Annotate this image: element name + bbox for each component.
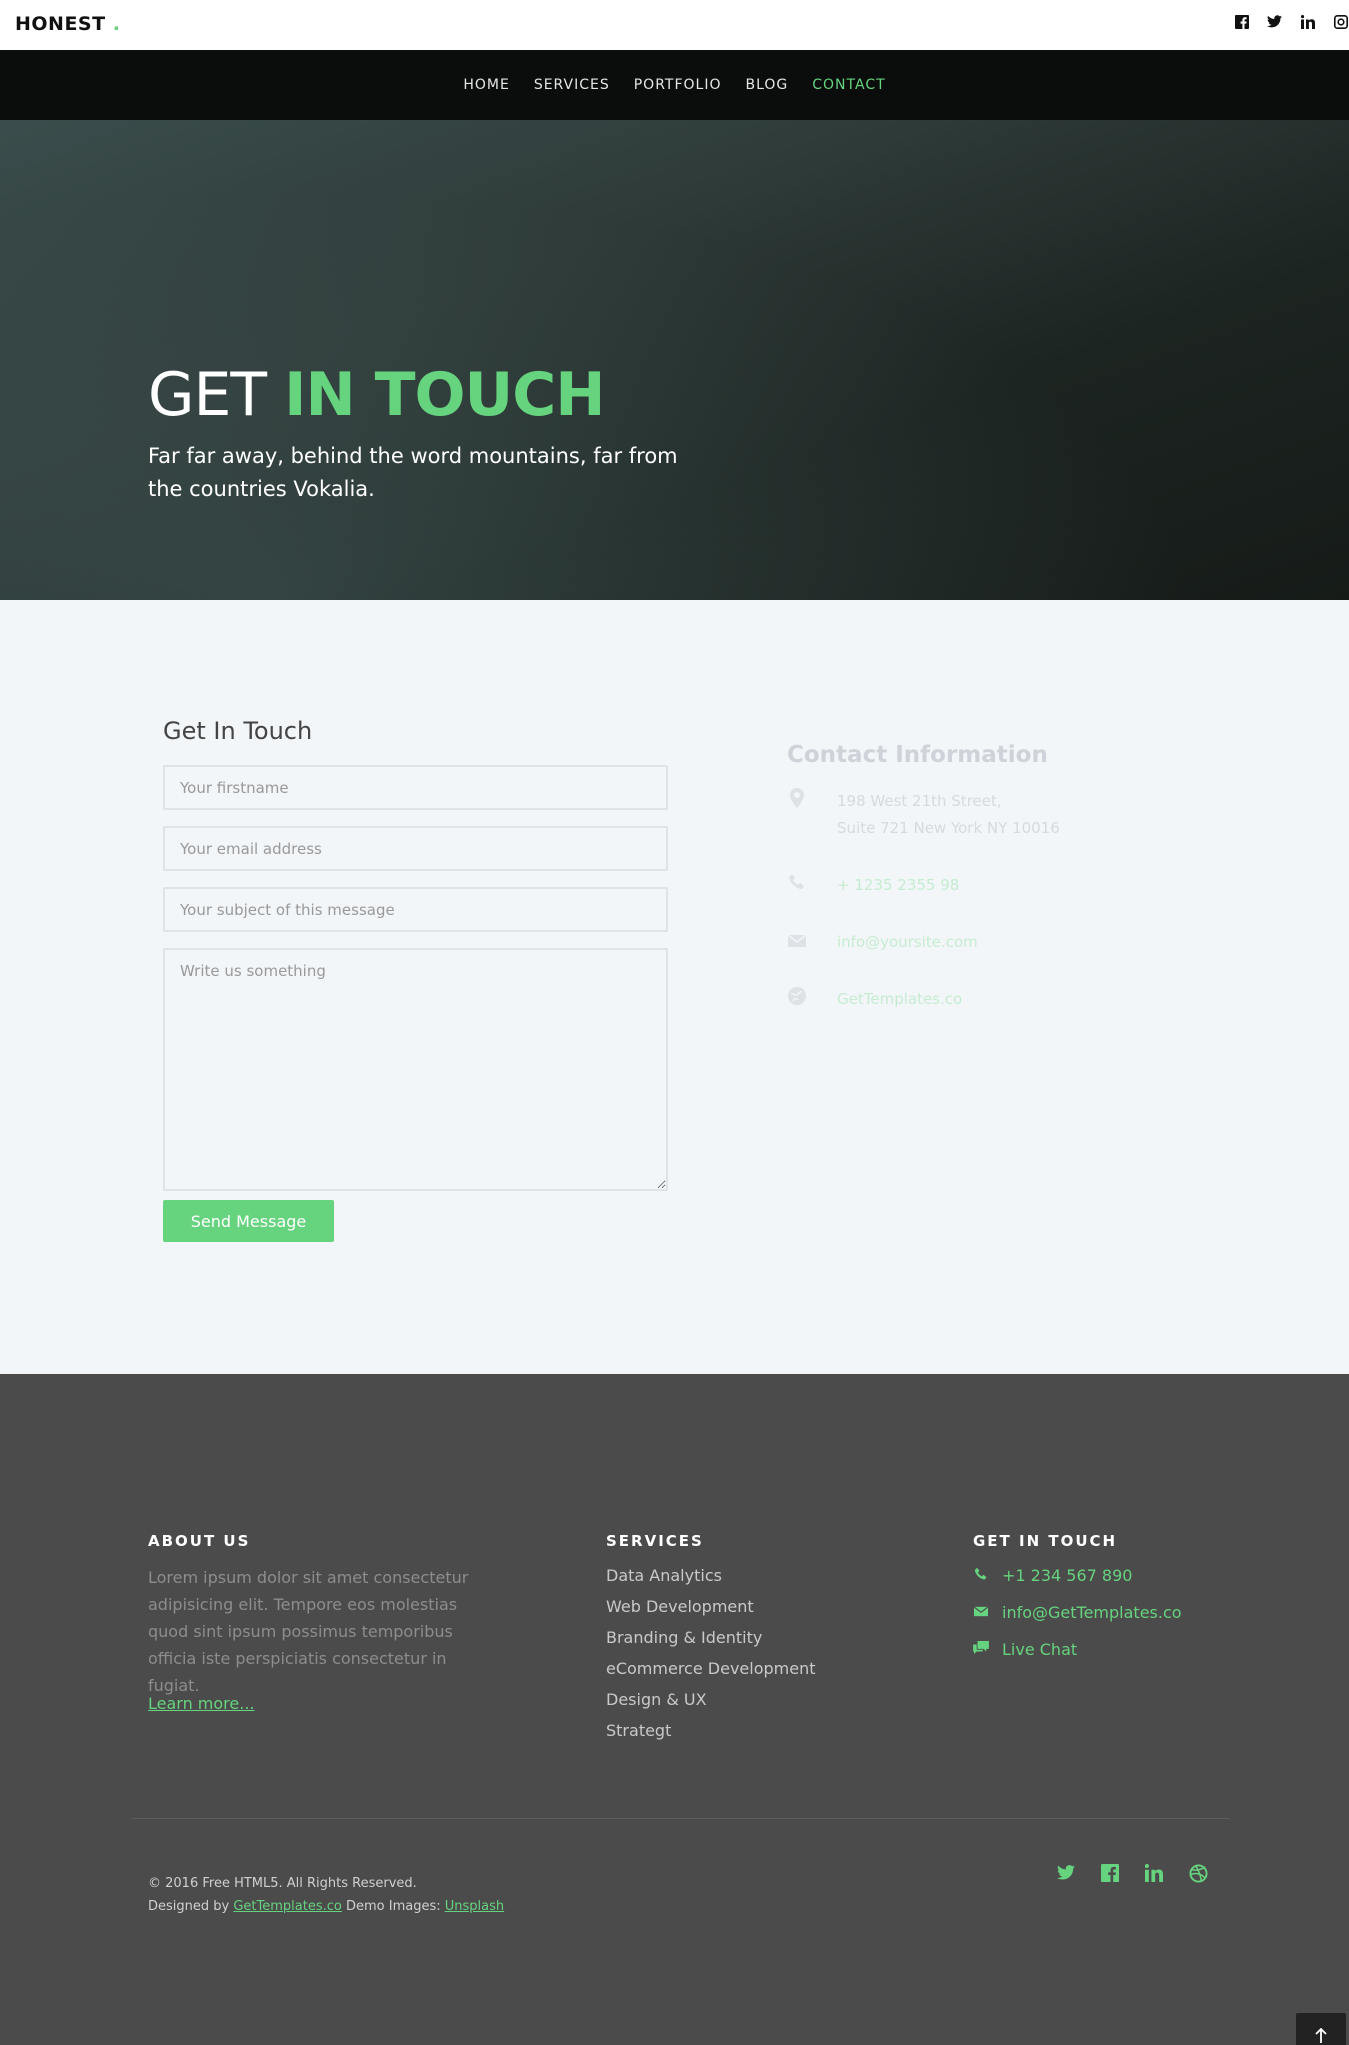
about-heading: ABOUT US bbox=[148, 1532, 251, 1550]
gettemplates-link[interactable]: GetTemplates.co bbox=[233, 1899, 342, 1914]
hero-title-highlight: IN TOUCH bbox=[284, 360, 605, 430]
envelope-icon bbox=[787, 929, 807, 956]
nav-home[interactable]: HOME bbox=[463, 77, 509, 93]
address-line-2: Suite 721 New York NY 10016 bbox=[837, 819, 1060, 837]
email-text[interactable]: info@yoursite.com bbox=[837, 929, 978, 956]
dribbble-icon[interactable] bbox=[1187, 1864, 1209, 1886]
nav-contact[interactable]: CONTACT bbox=[812, 77, 885, 93]
service-link[interactable]: Design & UX bbox=[606, 1684, 815, 1715]
address-line-1: 198 West 21th Street, bbox=[837, 792, 1002, 810]
footer-email[interactable]: info@GetTemplates.co bbox=[973, 1603, 1182, 1622]
nav-portfolio[interactable]: PORTFOLIO bbox=[634, 77, 722, 93]
info-website: GetTemplates.co bbox=[787, 986, 962, 1014]
firstname-input[interactable] bbox=[163, 765, 668, 810]
hero-title: GET IN TOUCH bbox=[148, 360, 605, 430]
designed-by-label: Designed by bbox=[148, 1899, 230, 1914]
service-link[interactable]: Data Analytics bbox=[606, 1560, 815, 1591]
globe-icon bbox=[787, 986, 807, 1014]
logo-dot: . bbox=[112, 13, 121, 35]
subject-input[interactable] bbox=[163, 887, 668, 932]
email-input[interactable] bbox=[163, 826, 668, 871]
top-social-links bbox=[1233, 15, 1349, 32]
service-link[interactable]: Strategt bbox=[606, 1715, 815, 1746]
message-textarea[interactable] bbox=[163, 948, 668, 1191]
services-list: Data Analytics Web Development Branding … bbox=[606, 1560, 815, 1746]
footer-chat-text: Live Chat bbox=[1002, 1640, 1078, 1659]
linkedin-icon[interactable] bbox=[1299, 15, 1316, 32]
hero-banner: GET IN TOUCH Far far away, behind the wo… bbox=[0, 120, 1349, 600]
footer-divider bbox=[132, 1818, 1230, 1819]
site-logo[interactable]: HONEST . bbox=[15, 13, 120, 35]
footer-social-links bbox=[1055, 1864, 1209, 1886]
contact-info-title: Contact Information bbox=[787, 742, 1048, 768]
service-link[interactable]: eCommerce Development bbox=[606, 1653, 815, 1684]
info-address: 198 West 21th Street, Suite 721 New York… bbox=[787, 788, 1060, 842]
info-phone: + 1235 2355 98 bbox=[787, 872, 959, 899]
form-title: Get In Touch bbox=[163, 717, 313, 745]
facebook-icon[interactable] bbox=[1099, 1864, 1121, 1886]
footer-phone[interactable]: +1 234 567 890 bbox=[973, 1566, 1132, 1585]
twitter-icon[interactable] bbox=[1055, 1864, 1077, 1886]
footer-live-chat[interactable]: Live Chat bbox=[973, 1640, 1077, 1659]
facebook-icon[interactable] bbox=[1233, 15, 1250, 32]
hero-subtitle: Far far away, behind the word mountains,… bbox=[148, 444, 678, 501]
twitter-icon[interactable] bbox=[1266, 15, 1283, 32]
address-text: 198 West 21th Street, Suite 721 New York… bbox=[837, 788, 1060, 842]
website-text[interactable]: GetTemplates.co bbox=[837, 986, 962, 1013]
footer-email-text: info@GetTemplates.co bbox=[1002, 1603, 1182, 1622]
phone-icon bbox=[973, 1567, 989, 1585]
logo-text: HONEST bbox=[15, 13, 106, 35]
nav-blog[interactable]: BLOG bbox=[745, 77, 788, 93]
footer-phone-text: +1 234 567 890 bbox=[1002, 1566, 1133, 1585]
hero-title-plain: GET bbox=[148, 360, 267, 430]
chat-icon bbox=[973, 1640, 989, 1659]
linkedin-icon[interactable] bbox=[1143, 1864, 1165, 1886]
service-link[interactable]: Branding & Identity bbox=[606, 1622, 815, 1653]
demo-images-label: Demo Images: bbox=[346, 1899, 441, 1914]
unsplash-link[interactable]: Unsplash bbox=[445, 1899, 504, 1914]
instagram-icon[interactable] bbox=[1332, 15, 1349, 32]
credits-line: Designed by GetTemplates.co Demo Images:… bbox=[148, 1895, 504, 1918]
back-to-top-button[interactable] bbox=[1296, 2013, 1346, 2045]
copyright-block: © 2016 Free HTML5. All Rights Reserved. … bbox=[148, 1872, 504, 1918]
phone-text[interactable]: + 1235 2355 98 bbox=[837, 872, 959, 899]
learn-more-link[interactable]: Learn more... bbox=[148, 1694, 255, 1713]
site-footer: ABOUT US Lorem ipsum dolor sit amet cons… bbox=[0, 1374, 1349, 2045]
send-message-button[interactable]: Send Message bbox=[163, 1200, 334, 1242]
top-bar: HONEST . bbox=[0, 0, 1349, 50]
contact-section: Get In Touch Send Message Contact Inform… bbox=[0, 600, 1349, 1374]
info-email: info@yoursite.com bbox=[787, 929, 978, 956]
services-heading: SERVICES bbox=[606, 1532, 704, 1550]
main-nav: HOME SERVICES PORTFOLIO BLOG CONTACT bbox=[0, 50, 1349, 120]
map-pin-icon bbox=[787, 788, 807, 816]
copyright-text: © 2016 Free HTML5. All Rights Reserved. bbox=[148, 1876, 417, 1891]
nav-services[interactable]: SERVICES bbox=[534, 77, 610, 93]
about-text: Lorem ipsum dolor sit amet consectetur a… bbox=[148, 1568, 469, 1695]
envelope-icon bbox=[973, 1605, 989, 1621]
service-link[interactable]: Web Development bbox=[606, 1591, 815, 1622]
phone-icon bbox=[787, 872, 807, 899]
get-in-touch-heading: GET IN TOUCH bbox=[973, 1532, 1118, 1550]
arrow-up-icon bbox=[1315, 2027, 1327, 2043]
